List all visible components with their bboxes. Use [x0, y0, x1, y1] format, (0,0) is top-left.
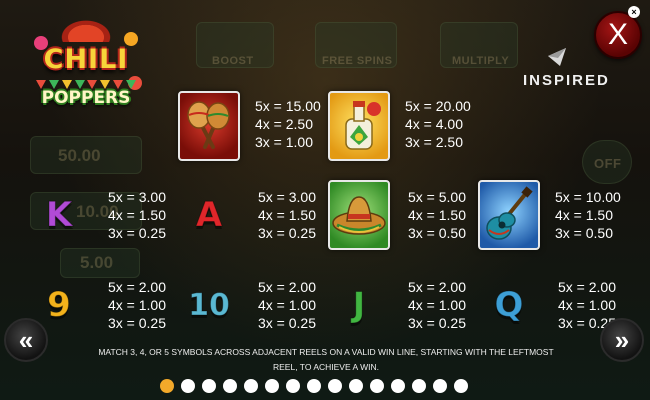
- background-label: 50.00: [58, 146, 101, 165]
- payout-5x: 5x = 20.00: [405, 98, 471, 114]
- sombrero-payouts: 5x = 5.00 4x = 1.50 3x = 0.50: [408, 188, 466, 242]
- game-logo: CHILI POPPERS: [30, 14, 142, 114]
- number-9-icon: 9: [47, 285, 72, 326]
- logo-subtitle: POPPERS: [41, 88, 131, 108]
- paytable-rule-text: MATCH 3, 4, OR 5 SYMBOLS ACROSS ADJACENT…: [98, 347, 554, 372]
- payout-3x: 3x = 0.50: [555, 225, 613, 241]
- payout-3x: 3x = 1.00: [255, 134, 313, 150]
- page-dot-6[interactable]: [265, 379, 279, 393]
- payout-3x: 3x = 0.50: [408, 225, 466, 241]
- k-payouts: 5x = 3.00 4x = 1.50 3x = 0.25: [108, 188, 166, 242]
- payout-4x: 4x = 1.00: [108, 297, 166, 313]
- symbol-k: K: [28, 180, 90, 250]
- payout-4x: 4x = 1.00: [558, 297, 616, 313]
- page-dot-5[interactable]: [244, 379, 258, 393]
- tequila-bottle-icon: [328, 91, 390, 161]
- maracas-icon: [178, 91, 240, 161]
- page-dot-14[interactable]: [433, 379, 447, 393]
- letter-a-icon: A: [195, 195, 223, 236]
- letter-q-icon: Q: [494, 285, 524, 326]
- page-dot-8[interactable]: [307, 379, 321, 393]
- symbol-q: Q: [478, 270, 540, 340]
- payout-3x: 3x = 0.25: [258, 225, 316, 241]
- page-dot-11[interactable]: [370, 379, 384, 393]
- sombrero-icon: [328, 180, 390, 250]
- page-dot-4[interactable]: [223, 379, 237, 393]
- page-dot-2[interactable]: [181, 379, 195, 393]
- payout-4x: 4x = 1.50: [408, 207, 466, 223]
- payout-5x: 5x = 2.00: [408, 279, 466, 295]
- background-label: BOOST: [212, 55, 254, 67]
- close-label: X: [607, 18, 628, 51]
- payout-4x: 4x = 4.00: [405, 116, 463, 132]
- payout-5x: 5x = 15.00: [255, 98, 321, 114]
- background-label: MULTIPLY: [452, 55, 510, 67]
- page-dot-15[interactable]: [454, 379, 468, 393]
- previous-page-button[interactable]: «: [4, 318, 48, 362]
- payout-3x: 3x = 0.25: [258, 315, 316, 331]
- payout-4x: 4x = 2.50: [255, 116, 313, 132]
- maracas-payouts: 5x = 15.00 4x = 2.50 3x = 1.00: [255, 97, 321, 151]
- payout-3x: 3x = 0.25: [408, 315, 466, 331]
- payout-4x: 4x = 1.50: [108, 207, 166, 223]
- payout-5x: 5x = 3.00: [258, 189, 316, 205]
- page-dot-3[interactable]: [202, 379, 216, 393]
- letter-j-icon: J: [352, 285, 366, 326]
- ten-payouts: 5x = 2.00 4x = 1.00 3x = 0.25: [258, 278, 316, 332]
- close-badge-icon: ×: [628, 6, 640, 18]
- tequila-payouts: 5x = 20.00 4x = 4.00 3x = 2.50: [405, 97, 471, 151]
- a-payouts: 5x = 3.00 4x = 1.50 3x = 0.25: [258, 188, 316, 242]
- payout-4x: 4x = 1.00: [258, 297, 316, 313]
- number-10-icon: 10: [188, 287, 231, 323]
- letter-k-icon: K: [45, 195, 73, 236]
- close-button[interactable]: X: [594, 11, 642, 59]
- background-label: OFF: [594, 156, 622, 171]
- payout-5x: 5x = 2.00: [558, 279, 616, 295]
- nine-payouts: 5x = 2.00 4x = 1.00 3x = 0.25: [108, 278, 166, 332]
- payout-3x: 3x = 2.50: [405, 134, 463, 150]
- page-dot-9[interactable]: [328, 379, 342, 393]
- payout-5x: 5x = 10.00: [555, 189, 621, 205]
- symbol-a: A: [178, 180, 240, 250]
- payout-4x: 4x = 1.50: [555, 207, 613, 223]
- page-dot-13[interactable]: [412, 379, 426, 393]
- payout-5x: 5x = 2.00: [258, 279, 316, 295]
- page-dot-12[interactable]: [391, 379, 405, 393]
- background-label: FREE SPINS: [322, 55, 393, 67]
- page-dot-10[interactable]: [349, 379, 363, 393]
- page-indicator: [160, 379, 468, 393]
- symbol-10: 10: [178, 270, 240, 340]
- payout-3x: 3x = 0.25: [108, 315, 166, 331]
- j-payouts: 5x = 2.00 4x = 1.00 3x = 0.25: [408, 278, 466, 332]
- payout-4x: 4x = 1.50: [258, 207, 316, 223]
- inspired-logo-icon: [548, 48, 566, 66]
- logo-title: CHILI: [43, 44, 129, 75]
- page-dot-7[interactable]: [286, 379, 300, 393]
- symbol-j: J: [328, 270, 390, 340]
- payout-5x: 5x = 3.00: [108, 189, 166, 205]
- guitar-icon: [478, 180, 540, 250]
- chevron-right-icon: »: [614, 324, 630, 355]
- page-dot-1[interactable]: [160, 379, 174, 393]
- guitar-payouts: 5x = 10.00 4x = 1.50 3x = 0.50: [555, 188, 621, 242]
- chevron-left-icon: «: [18, 324, 34, 355]
- next-page-button[interactable]: »: [600, 318, 644, 362]
- provider-logo-text: INSPIRED: [523, 72, 610, 89]
- payout-5x: 5x = 5.00: [408, 189, 466, 205]
- sombrero-icon: [58, 18, 114, 42]
- payout-3x: 3x = 0.25: [108, 225, 166, 241]
- payout-5x: 5x = 2.00: [108, 279, 166, 295]
- payout-4x: 4x = 1.00: [408, 297, 466, 313]
